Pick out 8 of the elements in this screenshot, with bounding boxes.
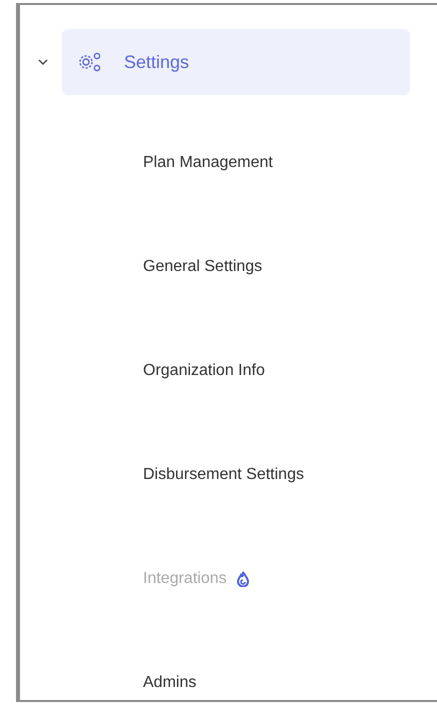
gears-icon xyxy=(78,52,102,72)
submenu-item[interactable]: Admins xyxy=(143,674,196,692)
submenu-item[interactable]: Disbursement Settings xyxy=(143,466,304,484)
submenu-item[interactable]: Organization Info xyxy=(143,362,265,380)
submenu-item[interactable]: Plan Management xyxy=(143,154,273,172)
chevron-icon[interactable] xyxy=(38,59,48,65)
settings-menu-item[interactable]: Settings xyxy=(62,29,410,95)
submenu-item[interactable]: General Settings xyxy=(143,258,262,276)
